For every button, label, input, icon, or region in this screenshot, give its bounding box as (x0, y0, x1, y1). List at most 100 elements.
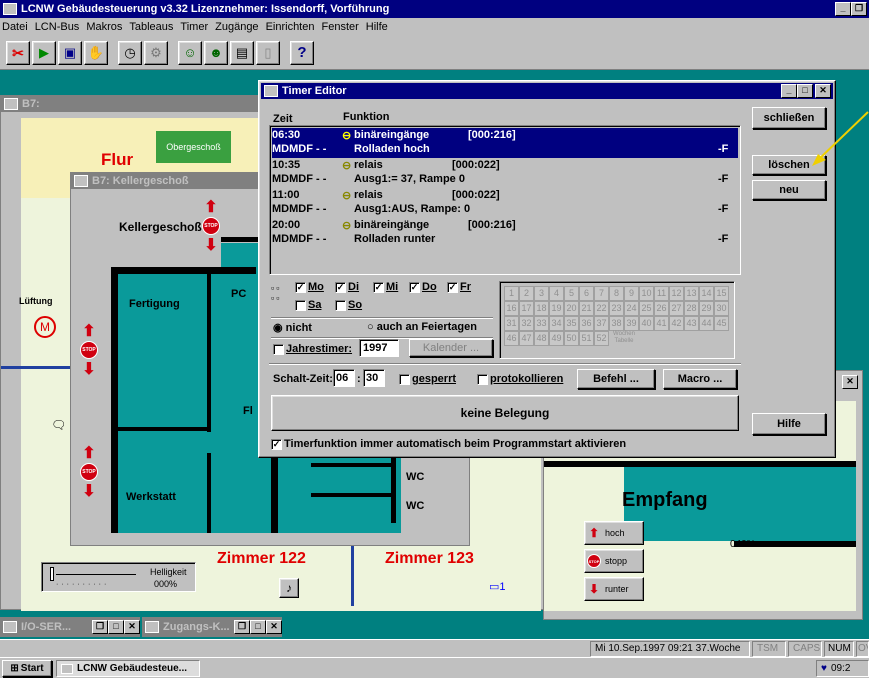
helligkeit-slider[interactable]: ·········· Helligkeit 000% (41, 562, 196, 592)
hand-icon[interactable]: ✋ (84, 41, 108, 65)
week-cell[interactable]: 27 (669, 301, 684, 316)
week-cell[interactable]: 12 (669, 286, 684, 301)
week-cell[interactable]: 24 (624, 301, 639, 316)
down-arrow-icon[interactable]: ⬇ (79, 481, 99, 501)
timer-close-button[interactable]: ✕ (815, 84, 831, 98)
week-cell[interactable]: 45 (714, 316, 729, 331)
week-cell[interactable]: 52 (594, 331, 609, 346)
week-cell[interactable]: 33 (534, 316, 549, 331)
hoch-button[interactable]: ⬆ hoch (584, 521, 644, 545)
week-cell[interactable]: 19 (549, 301, 564, 316)
gesperrt-checkbox[interactable]: gesperrt (399, 373, 456, 385)
week-cell[interactable]: 35 (564, 316, 579, 331)
timer-entry[interactable]: 11:00 ⊖ relais [000:022] MDMDF - - Ausg1:AUS… (272, 188, 738, 218)
week-cell[interactable]: 41 (654, 316, 669, 331)
week-cell[interactable]: 1 (504, 286, 519, 301)
week-cell[interactable]: 22 (594, 301, 609, 316)
motor-icon[interactable]: M (34, 316, 56, 338)
week-cell[interactable]: 5 (564, 286, 579, 301)
week-cell[interactable]: 16 (504, 301, 519, 316)
up-arrow-icon[interactable]: ⬆ (79, 443, 99, 463)
week-cell[interactable]: 4 (549, 286, 564, 301)
week-cell[interactable]: 31 (504, 316, 519, 331)
menu-hilfe[interactable]: Hilfe (366, 21, 388, 33)
group-icon[interactable]: ☻ (204, 41, 228, 65)
week-cell[interactable]: 15 (714, 286, 729, 301)
week-cell[interactable]: 23 (609, 301, 624, 316)
sensor-count[interactable]: ▭1 (489, 580, 506, 593)
stop-icon[interactable]: STOP (80, 341, 98, 359)
day-checkbox-fr[interactable]: ✓ Fr (447, 281, 471, 293)
radio-feiertage[interactable]: ○ auch an Feiertagen (367, 321, 477, 333)
week-cell[interactable]: 9 (624, 286, 639, 301)
week-cell[interactable]: 36 (579, 316, 594, 331)
down-arrow-icon[interactable]: ⬇ (201, 235, 221, 255)
week-cell[interactable]: 21 (579, 301, 594, 316)
week-cell[interactable]: 14 (699, 286, 714, 301)
week-cell[interactable]: 17 (519, 301, 534, 316)
day-checkbox-sa[interactable]: Sa (295, 299, 321, 311)
week-cell[interactable]: 11 (654, 286, 669, 301)
maximize-button[interactable]: □ (108, 620, 124, 634)
gear-icon[interactable]: ⚙ (144, 41, 168, 65)
week-cell[interactable]: 2 (519, 286, 534, 301)
befehl-button[interactable]: Befehl ... (577, 369, 655, 389)
menu-tableaus[interactable]: Tableaus (129, 21, 173, 33)
help-icon[interactable]: ? (290, 41, 314, 65)
jahrestimer-checkbox[interactable]: Jahrestimer: (273, 343, 352, 355)
week-cell[interactable]: 18 (534, 301, 549, 316)
week-cell[interactable]: 39 (624, 316, 639, 331)
cut-icon[interactable]: ✂ (6, 41, 30, 65)
week-cell[interactable]: 10 (639, 286, 654, 301)
week-cell[interactable]: 48 (534, 331, 549, 346)
week-cell[interactable]: 34 (549, 316, 564, 331)
week-cell[interactable]: 20 (564, 301, 579, 316)
week-cell[interactable]: 51 (579, 331, 594, 346)
day-checkbox-so[interactable]: So (335, 299, 362, 311)
hour-input[interactable]: 06 (333, 369, 355, 387)
maximize-button[interactable]: □ (250, 620, 266, 634)
stopp-button[interactable]: STOP stopp (584, 549, 644, 573)
stop-icon[interactable]: STOP (80, 463, 98, 481)
menu-makros[interactable]: Makros (86, 21, 122, 33)
up-arrow-icon[interactable]: ⬆ (201, 197, 221, 217)
empfang-close-button[interactable]: ✕ (842, 375, 858, 389)
radio-nicht[interactable]: ◉ nicht (273, 321, 312, 334)
minute-input[interactable]: 30 (363, 369, 385, 387)
menu-lcn-bus[interactable]: LCN-Bus (35, 21, 80, 33)
close-button[interactable]: ✕ (124, 620, 140, 634)
start-button[interactable]: ⊞ Start (2, 660, 52, 677)
week-cell[interactable]: 8 (609, 286, 624, 301)
timer-entry[interactable]: 06:30 ⊖ binäreingänge [000:216] MDMDF - - Ro… (272, 128, 738, 158)
autostart-checkbox[interactable]: ✓ Timerfunktion immer automatisch beim Pr… (271, 438, 626, 450)
timer-minimize-button[interactable]: _ (781, 84, 797, 98)
week-cell[interactable]: 6 (579, 286, 594, 301)
day-checkbox-do[interactable]: ✓ Do (409, 281, 437, 293)
taskbar-task[interactable]: LCNW Gebäudesteue... (56, 660, 200, 677)
week-cell[interactable]: 32 (519, 316, 534, 331)
timer-maximize-button[interactable]: □ (797, 84, 813, 98)
week-cell[interactable]: 37 (594, 316, 609, 331)
protokollieren-checkbox[interactable]: protokollieren (477, 373, 563, 385)
sensor-icon[interactable]: 🗨 (51, 418, 66, 432)
week-cell[interactable]: 7 (594, 286, 609, 301)
week-cell[interactable]: 26 (654, 301, 669, 316)
timer-list[interactable]: 06:30 ⊖ binäreingänge [000:216] MDMDF - - Ro… (269, 125, 741, 275)
timer-entry[interactable]: 20:00 ⊖ binäreingänge [000:216] MDMDF - - Ro… (272, 218, 738, 248)
users-icon[interactable]: ☺ (178, 41, 202, 65)
timer-entry[interactable]: 10:35 ⊖ relais [000:022] MDMDF - - Ausg1:= 3… (272, 158, 738, 188)
week-cell[interactable]: 47 (519, 331, 534, 346)
week-cell[interactable]: 25 (639, 301, 654, 316)
minimized-io-ser[interactable]: I/O-SER... ❐ □ ✕ (0, 617, 140, 637)
play-icon[interactable]: ▶ (32, 41, 56, 65)
monitor-icon[interactable]: ▣ (58, 41, 82, 65)
menu-datei[interactable]: Datei (2, 21, 28, 33)
day-checkbox-di[interactable]: ✓ Di (335, 281, 359, 293)
menu-fenster[interactable]: Fenster (321, 21, 358, 33)
week-cell[interactable]: 29 (699, 301, 714, 316)
week-cell[interactable]: 50 (564, 331, 579, 346)
week-cell[interactable]: 49 (549, 331, 564, 346)
restore-button[interactable]: ❐ (234, 620, 250, 634)
clock-icon[interactable]: ◷ (118, 41, 142, 65)
restore-button[interactable]: ❐ (92, 620, 108, 634)
